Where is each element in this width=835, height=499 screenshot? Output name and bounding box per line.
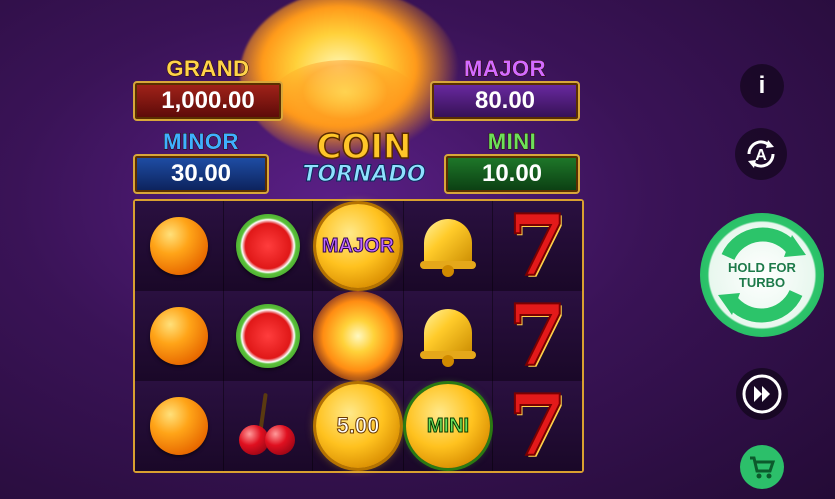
reel-cell [224,291,313,381]
reel-cell [404,291,493,381]
jackpot-grand-label: GRAND [166,56,250,81]
orange-symbol [150,217,208,275]
bell-symbol [418,305,478,367]
reel-cell [224,381,313,471]
reel-cell [313,291,404,381]
turbo-line1: HOLD FOR [728,260,796,275]
autoplay-icon: A [747,140,775,168]
orange-symbol [150,397,208,455]
seven-symbol: 7 [507,376,567,475]
reel-cell [135,201,224,291]
autoplay-button[interactable]: A [735,128,787,180]
bell-symbol [418,215,478,277]
fireball-symbol [313,291,403,381]
reel-cell: MINI [404,381,493,471]
jackpot-mini: MINI 10.00 [444,129,580,194]
jackpot-mini-value: 10.00 [444,154,580,194]
seven-symbol: 7 [507,286,567,385]
reel-cell: 5.00 [313,381,404,471]
jackpot-major: MAJOR 80.00 [430,56,580,121]
cart-icon [750,456,776,479]
reel-grid: MAJOR 7 7 5.00 MINI 7 [133,199,584,473]
value-coin-label: 5.00 [336,413,380,439]
orange-symbol [150,307,208,365]
reel-cell: 7 [493,291,582,381]
watermelon-symbol [236,304,300,368]
logo-coin-text: COIN [316,127,412,167]
reel-cell [135,381,224,471]
reel-cell [224,201,313,291]
reel-cell [404,201,493,291]
jackpot-minor-value: 30.00 [133,154,269,194]
game-logo: COIN TORNADO [300,127,428,196]
watermelon-symbol [236,214,300,278]
jackpot-major-label: MAJOR [464,56,546,81]
logo-tornado-text: TORNADO [302,162,426,187]
reel-cell: 7 [493,201,582,291]
mini-coin-label: MINI [426,414,470,437]
reel-cell: 7 [493,381,582,471]
turbo-spin-button[interactable]: HOLD FOR TURBO [700,213,824,337]
reel-cell: MAJOR [313,201,404,291]
cherry-symbol [233,391,303,461]
major-coin-symbol: MAJOR [316,204,400,288]
info-button[interactable]: i [740,64,784,108]
reel-cell [135,291,224,381]
major-coin-label: MAJOR [321,234,395,257]
jackpot-mini-label: MINI [487,129,537,154]
fast-forward-button[interactable] [736,368,788,420]
jackpot-grand-value: 1,000.00 [133,81,283,121]
jackpot-minor: MINOR 30.00 [133,129,269,194]
value-coin-symbol: 5.00 [316,384,400,468]
jackpot-major-value: 80.00 [430,81,580,121]
jackpot-grand: GRAND 1,000.00 [133,56,283,121]
fast-forward-icon [742,374,782,414]
mini-coin-symbol: MINI [406,384,490,468]
cart-button[interactable] [740,445,784,489]
seven-symbol: 7 [507,196,567,295]
info-icon: i [758,72,766,99]
jackpot-minor-label: MINOR [163,129,239,154]
svg-text:A: A [755,147,767,164]
turbo-line2: TURBO [738,275,786,290]
